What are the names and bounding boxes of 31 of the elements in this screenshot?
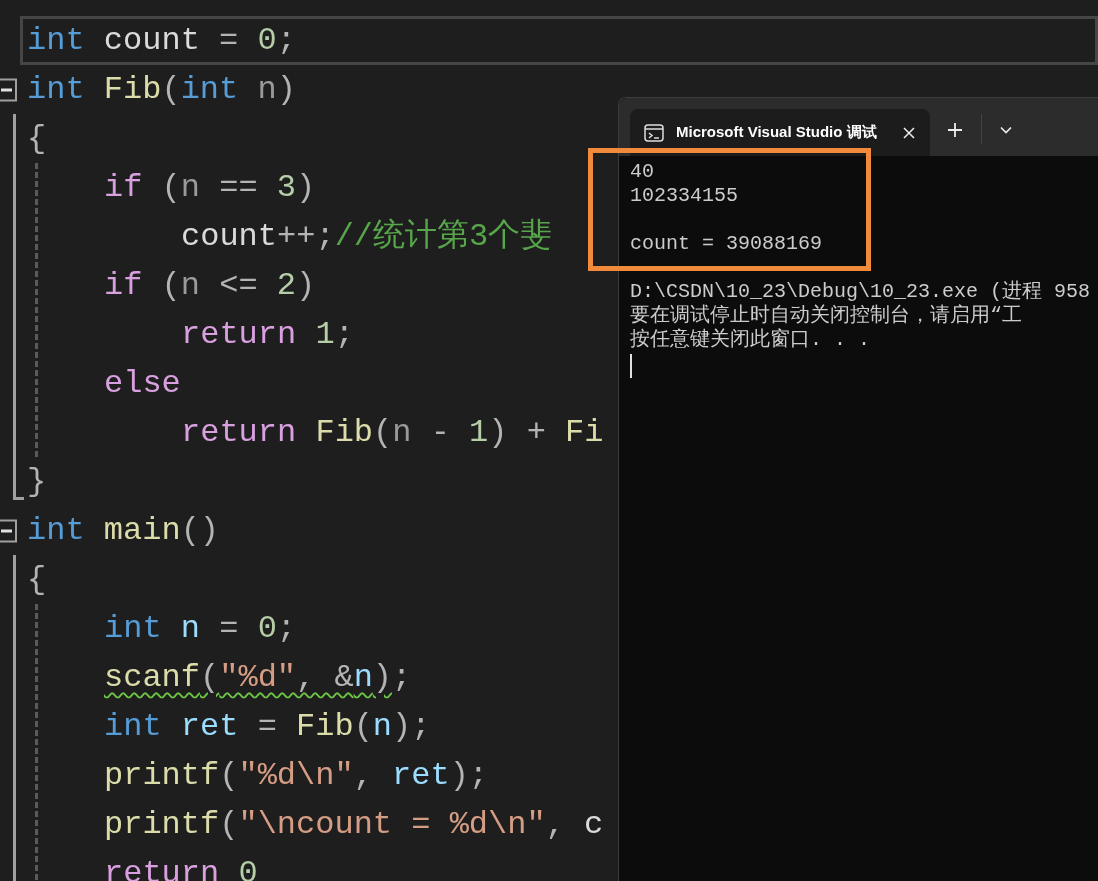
console-tab[interactable]: Microsoft Visual Studio 调试 bbox=[630, 109, 930, 156]
code-line: else bbox=[104, 363, 181, 404]
code-line: if (n <= 2) bbox=[104, 265, 316, 306]
code-line: if (n == 3) bbox=[104, 167, 316, 208]
code-line: int ret = Fib(n); bbox=[104, 706, 431, 747]
code-line: int n = 0; bbox=[104, 608, 297, 649]
console-output-line: 按任意键关闭此窗口. . . bbox=[630, 328, 871, 352]
code-line: { bbox=[27, 559, 47, 600]
terminal-icon bbox=[644, 123, 664, 142]
console-output-line: 102334155 bbox=[630, 184, 740, 208]
code-line: } bbox=[27, 461, 47, 502]
code-line: printf("\ncount = %d\n", c bbox=[104, 804, 604, 845]
code-line: return 0 bbox=[104, 853, 258, 881]
collapse-icon[interactable] bbox=[0, 77, 18, 102]
code-line: return 1; bbox=[181, 314, 354, 355]
console-output-line: 要在调试停止时自动关闭控制台，请启用“工 bbox=[630, 304, 1023, 328]
code-line: count++;//统计第3个斐 bbox=[181, 216, 553, 257]
code-line: return Fib(n - 1) + Fi bbox=[181, 412, 604, 453]
code-line: scanf("%d", &n); bbox=[104, 657, 412, 698]
close-icon[interactable] bbox=[902, 125, 916, 140]
chevron-down-icon bbox=[1000, 126, 1012, 134]
code-line: { bbox=[27, 118, 47, 159]
console-output-line: 40 bbox=[630, 160, 655, 184]
code-line: int Fib(int n) bbox=[27, 69, 296, 110]
collapse-icon[interactable] bbox=[0, 518, 18, 543]
console-output-line: D:\CSDN\10_23\Debug\10_23.exe (进程 958 bbox=[630, 280, 1092, 304]
code-line: int main() bbox=[27, 510, 220, 551]
code-line: printf("%d\n", ret); bbox=[104, 755, 489, 796]
code-line: int count = 0; bbox=[27, 20, 296, 61]
console-output-line: count = 39088169 bbox=[630, 232, 824, 256]
plus-icon bbox=[947, 122, 963, 138]
